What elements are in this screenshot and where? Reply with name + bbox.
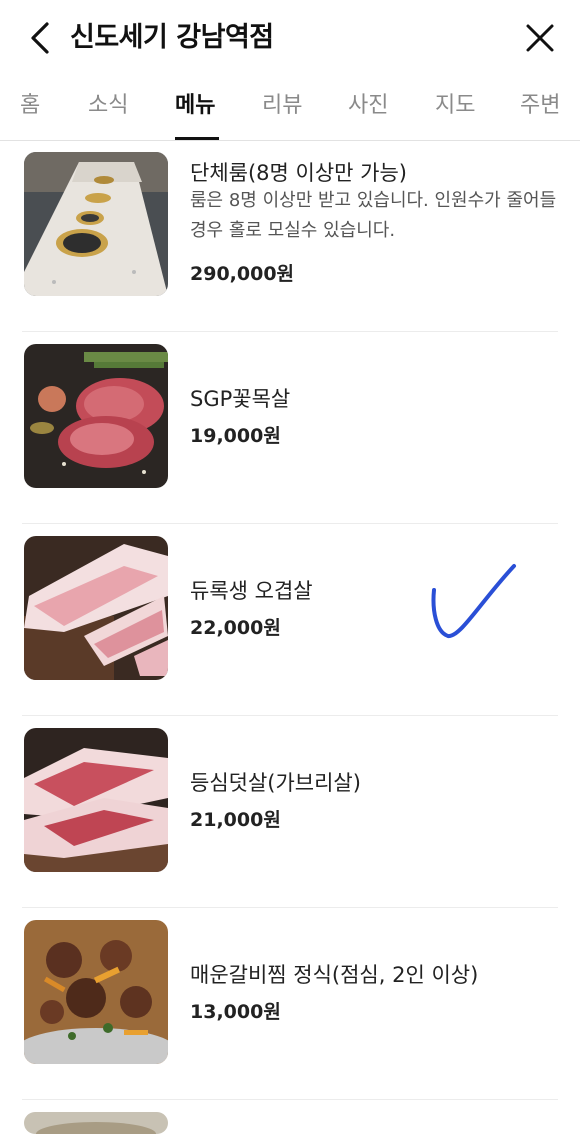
menu-item-name: 듀록생 오겹살 <box>190 579 313 603</box>
tab-nearby[interactable]: 주변 <box>520 88 560 124</box>
menu-item-price: 290,000원 <box>190 263 295 285</box>
menu-item-price: 22,000원 <box>190 617 281 639</box>
menu-item-pork-jowl[interactable]: 등심덧살(가브리살) 21,000원 <box>0 716 580 908</box>
menu-item-image <box>24 728 168 872</box>
menu-item-partial[interactable] <box>0 1100 580 1134</box>
menu-item-image <box>24 920 168 1064</box>
menu-item-price: 19,000원 <box>190 425 281 447</box>
menu-item-image <box>24 536 168 680</box>
chevron-left-icon <box>31 22 49 54</box>
check-mark-icon <box>431 564 516 638</box>
close-icon <box>526 24 554 52</box>
menu-item-name: 매운갈비찜 정식(점심, 2인 이상) <box>190 963 479 987</box>
menu-item-sgp-neck[interactable]: SGP꽃목살 19,000원 <box>0 332 580 524</box>
tab-bar: 홈 소식 메뉴 리뷰 사진 지도 주변 <box>0 76 580 141</box>
back-button[interactable] <box>20 16 64 60</box>
tab-menu[interactable]: 메뉴 <box>175 88 215 124</box>
tab-reviews[interactable]: 리뷰 <box>262 88 302 124</box>
tab-map[interactable]: 지도 <box>435 88 475 124</box>
tab-home[interactable]: 홈 <box>20 88 40 124</box>
menu-item-description: 룸은 8명 이상만 받고 있습니다. 인원수가 줄어들 경우 홀로 모실수 있습… <box>190 190 557 241</box>
menu-item-price: 13,000원 <box>190 1001 281 1023</box>
menu-item-group-room[interactable]: 단체룸(8명 이상만 가능) 룸은 8명 이상만 받고 있습니다. 인원수가 줄… <box>0 140 580 332</box>
menu-item-price: 21,000원 <box>190 809 281 831</box>
menu-item-image <box>24 344 168 488</box>
app-header: 신도세기 강남역점 <box>0 0 580 76</box>
tab-news[interactable]: 소식 <box>88 88 128 124</box>
close-button[interactable] <box>518 16 562 60</box>
menu-item-name: 단체룸(8명 이상만 가능) <box>190 161 407 185</box>
menu-item-image <box>24 152 168 296</box>
menu-item-image <box>24 1112 168 1134</box>
menu-item-name: SGP꽃목살 <box>190 387 291 411</box>
tab-photos[interactable]: 사진 <box>348 88 388 124</box>
page-title: 신도세기 강남역점 <box>70 22 274 53</box>
menu-item-name: 등심덧살(가브리살) <box>190 771 361 795</box>
menu-item-spicy-galbijjim[interactable]: 매운갈비찜 정식(점심, 2인 이상) 13,000원 <box>0 908 580 1100</box>
